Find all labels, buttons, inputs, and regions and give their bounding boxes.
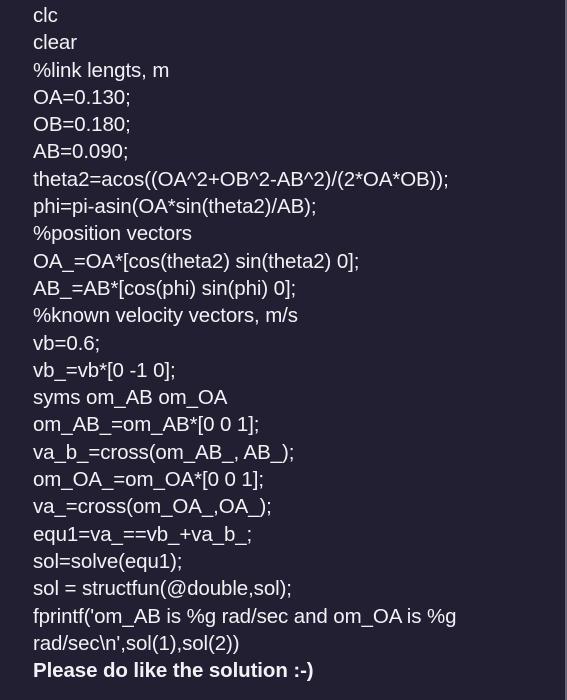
code-line: clc [33,4,58,27]
code-line: syms om_AB om_OA [33,386,228,410]
code-line: phi=pi-asin(OA*sin(theta2)/AB); [33,195,317,219]
code-line: sol = structfun(@double,sol); [33,577,292,601]
code-line: rad/sec\n',sol(1),sol(2)) [33,631,240,655]
code-line: va_=cross(om_OA_,OA_); [33,495,272,519]
code-line: clear [33,31,77,55]
code-line: vb=0.6; [33,331,101,355]
code-line: vb_=vb*[0 -1 0]; [33,358,176,382]
code-line: om_OA_=om_OA*[0 0 1]; [33,468,264,492]
code-line: theta2=acos((OA^2+OB^2-AB^2)/(2*OA*OB)); [33,167,449,191]
closing-note: Please do like the solution :-) [33,659,314,683]
code-block: clc clear %link lengts, m OA=0.130; OB=0… [33,2,547,684]
code-line: OA=0.130; [33,85,131,109]
code-line: equ1=va_==vb_+va_b_; [33,522,253,546]
code-line: sol=solve(equ1); [33,549,183,573]
code-line: AB_=AB*[cos(phi) sin(phi) 0]; [33,276,297,300]
code-line: va_b_=cross(om_AB_, AB_); [33,440,295,464]
code-comment: %position vectors [33,222,192,246]
code-comment: %link lengts, m [33,58,170,82]
code-comment: %known velocity vectors, m/s [33,304,298,328]
code-line: OB=0.180; [33,113,131,137]
code-line: AB=0.090; [33,140,129,164]
code-line: om_AB_=om_AB*[0 0 1]; [33,413,260,437]
code-line: OA_=OA*[cos(theta2) sin(theta2) 0]; [33,249,360,273]
code-line: fprintf('om_AB is %g rad/sec and om_OA i… [33,604,457,628]
